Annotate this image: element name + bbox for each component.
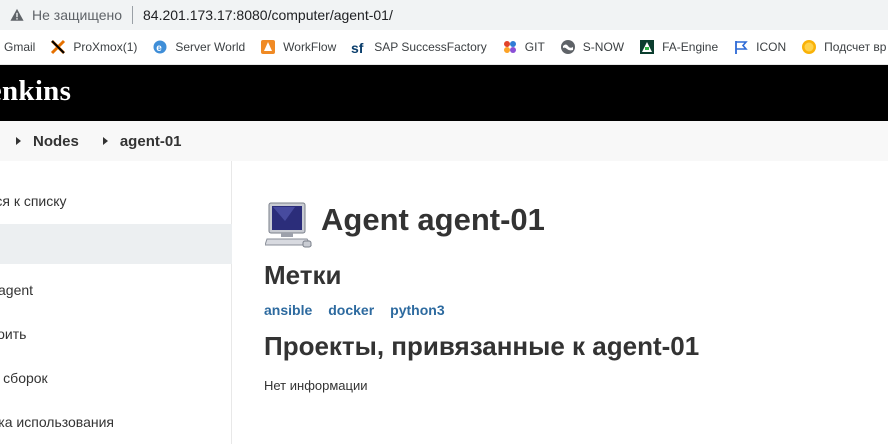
computer-icon — [265, 202, 312, 248]
bookmark-label: WorkFlow — [283, 40, 337, 54]
svg-text:e: e — [157, 43, 163, 54]
bookmark-label: Gmail — [4, 40, 36, 54]
bookmark-podschet[interactable]: Подсчет вр — [801, 39, 886, 55]
sidebar-item-configure[interactable]: Настроить — [0, 314, 232, 354]
bookmark-server-world[interactable]: e Server World — [152, 39, 245, 55]
bookmark-label: ProXmox(1) — [73, 40, 138, 54]
breadcrumb-agent[interactable]: agent-01 — [120, 133, 182, 150]
breadcrumb-nodes[interactable]: Nodes — [33, 133, 79, 150]
proxmox-icon — [51, 39, 66, 55]
label-ansible[interactable]: ansible — [264, 302, 312, 318]
circle-icon — [802, 40, 817, 54]
sidebar-item-label: Статистика использования — [0, 414, 115, 430]
flag-icon — [735, 41, 748, 54]
projects-heading: Проекты, привязанные к agent-01 — [264, 331, 700, 361]
fa-engine-icon — [640, 40, 655, 54]
url-separator — [132, 6, 133, 24]
bookmark-workflow[interactable]: WorkFlow — [260, 39, 336, 55]
sidebar: Вернуться к списку Build agent Настроить… — [0, 161, 232, 444]
bookmark-label: Подсчет вр — [824, 40, 887, 54]
labels-list: ansible docker python3 — [264, 302, 461, 318]
breadcrumb-chevron-icon[interactable] — [102, 137, 108, 145]
sidebar-item-load-statistics[interactable]: Статистика использования — [0, 402, 232, 442]
bookmark-label: GIT — [524, 40, 545, 54]
bookmark-label: FA-Engine — [662, 40, 719, 54]
svg-text:sf: sf — [351, 40, 364, 55]
jenkins-header: Jenkins — [0, 65, 888, 121]
globe-icon — [560, 40, 575, 54]
bookmark-label: ICON — [756, 40, 787, 54]
bookmark-sap[interactable]: sf SAP SuccessFactory — [351, 39, 487, 55]
bookmarks-bar: Gmail ProXmox(1) e Server World WorkFlow… — [0, 30, 888, 65]
sidebar-item-build-agent[interactable]: Build agent — [0, 270, 232, 310]
page-title: Agent agent-01 — [321, 202, 545, 237]
bookmark-snow[interactable]: S-NOW — [560, 39, 624, 55]
sidebar-item-status[interactable] — [0, 224, 232, 264]
bookmark-icon[interactable]: ICON — [733, 39, 786, 55]
sidebar-item-label: Build agent — [0, 282, 34, 298]
url-text[interactable]: 84.201.173.17:8080/computer/agent-01/ — [143, 7, 393, 23]
labels-heading: Метки — [264, 260, 342, 290]
ie-icon: e — [153, 40, 167, 54]
label-docker[interactable]: docker — [328, 302, 374, 318]
bookmark-gmail[interactable]: Gmail — [4, 40, 35, 54]
address-bar: Не защищено 84.201.173.17:8080/computer/… — [0, 0, 888, 30]
bookmark-fa-engine[interactable]: FA-Engine — [639, 39, 718, 55]
sidebar-item-label: Настроить — [0, 326, 27, 342]
warning-icon[interactable] — [10, 8, 24, 22]
bookmark-label: SAP SuccessFactory — [374, 40, 487, 54]
sidebar-item-label: История сборок — [0, 370, 48, 386]
workflow-icon — [261, 40, 276, 54]
sidebar-item-back[interactable]: Вернуться к списку — [0, 181, 232, 221]
no-info-text: Нет информации — [264, 378, 368, 393]
jenkins-logo[interactable]: Jenkins — [0, 75, 71, 108]
breadcrumb: Nodes agent-01 — [0, 121, 888, 161]
git-icon — [503, 41, 516, 53]
bookmark-proxmox[interactable]: ProXmox(1) — [50, 39, 137, 55]
sidebar-item-label: Вернуться к списку — [0, 193, 67, 209]
security-label[interactable]: Не защищено — [32, 7, 122, 23]
sidebar-item-build-history[interactable]: История сборок — [0, 358, 232, 398]
breadcrumb-chevron-icon[interactable] — [16, 137, 21, 145]
main-content: Agent agent-01 Метки ansible docker pyth… — [232, 161, 888, 444]
bookmark-git[interactable]: GIT — [502, 39, 545, 55]
bookmark-label: S-NOW — [582, 40, 625, 54]
sf-icon: sf — [351, 40, 364, 55]
bookmark-label: Server World — [175, 40, 246, 54]
url-field[interactable]: Не защищено 84.201.173.17:8080/computer/… — [0, 0, 888, 30]
label-python3[interactable]: python3 — [390, 302, 444, 318]
